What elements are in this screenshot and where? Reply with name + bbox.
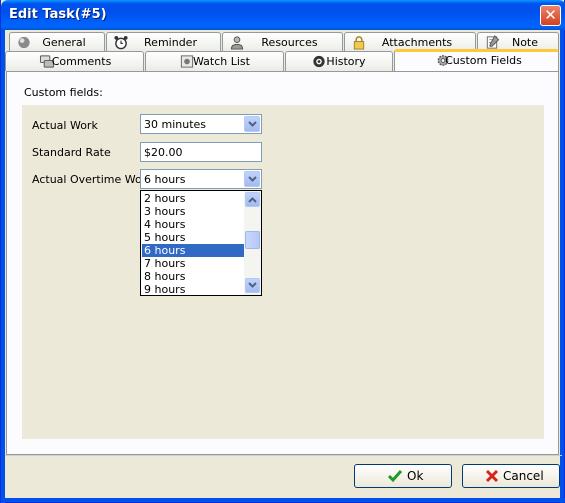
window-frame-left [1, 30, 5, 503]
standard-rate-value: $20.00 [144, 146, 183, 159]
chevron-down-icon [248, 121, 257, 127]
actual-overtime-work-dropdown-button[interactable] [244, 171, 260, 187]
footer-divider [5, 455, 562, 456]
dropdown-option[interactable]: 4 hours [142, 218, 244, 231]
scroll-thumb[interactable] [245, 231, 260, 249]
tab-comments[interactable]: Comments [5, 51, 144, 71]
dropdown-option[interactable]: 9 hours [142, 283, 244, 295]
tab-label: Watch List [193, 55, 250, 68]
ok-label: Ok [407, 469, 424, 483]
actual-overtime-work-combo[interactable]: 6 hours [140, 169, 262, 189]
tab-label: Custom Fields [445, 54, 522, 67]
overtime-dropdown-list: 2 hours 3 hours 4 hours 5 hours 6 hours … [140, 190, 262, 296]
scroll-up-button[interactable] [245, 192, 260, 207]
tab-label: Comments [51, 55, 112, 68]
tab-history[interactable]: History [285, 51, 393, 71]
actual-work-dropdown-button[interactable] [244, 116, 260, 132]
dropdown-option[interactable]: 3 hours [142, 205, 244, 218]
window-frame-right [560, 30, 564, 503]
close-icon: ✕ [544, 6, 557, 24]
ok-button[interactable]: Ok [354, 464, 452, 488]
actual-overtime-work-value: 6 hours [144, 173, 186, 186]
tab-label: History [326, 55, 366, 68]
tab-label: General [42, 36, 86, 49]
cancel-x-icon [485, 469, 499, 483]
title-bar[interactable]: Edit Task(#5) ✕ [1, 0, 565, 30]
custom-fields-label: Custom fields: [24, 86, 103, 99]
close-button[interactable]: ✕ [540, 5, 561, 26]
checkmark-icon [387, 470, 403, 483]
chevron-down-icon [248, 282, 257, 288]
tab-label: Resources [261, 36, 318, 49]
window-title: Edit Task(#5) [9, 7, 107, 22]
scroll-down-button[interactable] [245, 278, 260, 293]
actual-work-label: Actual Work [32, 119, 98, 132]
dropdown-option[interactable]: 2 hours [142, 192, 244, 205]
chevron-down-icon [248, 176, 257, 182]
dropdown-option-selected[interactable]: 6 hours [142, 244, 244, 257]
dropdown-option[interactable]: 7 hours [142, 257, 244, 270]
standard-rate-field[interactable]: $20.00 [140, 142, 262, 162]
chevron-up-icon [248, 197, 257, 203]
actual-work-value: 30 minutes [144, 118, 207, 131]
tab-watch-list[interactable]: Watch List [145, 51, 284, 71]
actual-overtime-work-label: Actual Overtime Work [32, 173, 153, 186]
standard-rate-label: Standard Rate [32, 146, 111, 159]
tab-label: Reminder [144, 36, 197, 49]
tab-resources[interactable]: Resources [222, 32, 343, 52]
tab-custom-fields[interactable]: Custom Fields [394, 49, 559, 71]
dropdown-scrollbar[interactable] [244, 191, 261, 295]
tab-reminder[interactable]: Reminder [106, 32, 221, 52]
dropdown-option[interactable]: 8 hours [142, 270, 244, 283]
edit-task-window: Edit Task(#5) ✕ General Reminder Resourc… [0, 0, 565, 503]
actual-work-combo[interactable]: 30 minutes [140, 114, 262, 134]
dropdown-option[interactable]: 5 hours [142, 231, 244, 244]
tab-general[interactable]: General [9, 32, 105, 52]
cancel-button[interactable]: Cancel [462, 464, 560, 488]
window-frame-bottom [1, 498, 565, 502]
cancel-label: Cancel [503, 469, 544, 483]
